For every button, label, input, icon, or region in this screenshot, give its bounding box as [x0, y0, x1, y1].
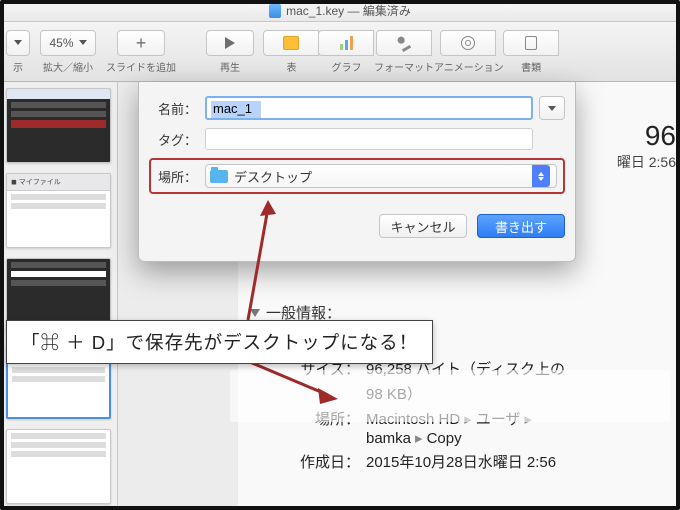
export-sheet: 名前： タグ： 場所： デスクトップ キャンセル 書き出す [138, 82, 576, 262]
chart-icon [340, 36, 353, 50]
slide-navigator[interactable]: ◼ マイファイル [0, 82, 118, 510]
zoom-label: 拡大／縮小 [43, 59, 93, 74]
expand-sheet-button[interactable] [539, 96, 565, 120]
document-panel-icon [525, 36, 537, 50]
location-value: デスクトップ [234, 167, 312, 186]
name-label: 名前： [149, 99, 205, 118]
export-button[interactable]: 書き出す [477, 214, 565, 238]
document-icon [269, 4, 281, 18]
table-button[interactable] [263, 30, 319, 56]
view-label: 示 [13, 59, 23, 74]
disclosure-triangle-icon [250, 309, 260, 317]
location-popup[interactable]: デスクトップ [205, 164, 557, 188]
chart-button[interactable] [318, 30, 374, 56]
slide-thumb[interactable] [6, 88, 111, 163]
plus-icon: + [136, 34, 147, 52]
document-label: 書類 [521, 59, 541, 74]
location-label: 場所： [157, 167, 205, 186]
chevron-down-icon [14, 40, 22, 45]
play-button[interactable] [206, 30, 254, 56]
toolbar: 示 45% 拡大／縮小 + スライドを追加 再生 表 グラフ フォーマット [0, 22, 680, 82]
zoom-dropdown[interactable]: 45% [40, 30, 96, 56]
animation-icon [461, 36, 475, 50]
location-emphasis [230, 370, 670, 422]
filename-input[interactable] [205, 96, 533, 120]
animation-button[interactable] [440, 30, 496, 56]
chart-label: グラフ [332, 59, 362, 74]
table-icon [283, 36, 299, 50]
folder-icon [210, 170, 228, 183]
annotation-callout: 「⌘ ＋ D」で保存先がデスクトップになる！ [6, 320, 433, 364]
window-titlebar: mac_1.key — 編集済み [0, 0, 680, 22]
tag-label: タグ： [149, 130, 205, 149]
brush-icon [397, 36, 411, 50]
table-label: 表 [287, 59, 297, 74]
document-button[interactable] [503, 30, 559, 56]
slide-thumb[interactable]: ◼ マイファイル [6, 173, 111, 248]
cancel-button[interactable]: キャンセル [379, 214, 467, 238]
animation-label: アニメーション [434, 59, 504, 74]
zoom-value: 45% [49, 36, 73, 50]
popup-arrows-icon [532, 165, 550, 187]
slide-thumb[interactable] [6, 429, 111, 504]
add-slide-label: スライドを追加 [106, 59, 176, 74]
chevron-down-icon [548, 106, 556, 111]
view-mode-button[interactable] [6, 30, 30, 56]
tag-input[interactable] [205, 128, 533, 150]
play-icon [225, 37, 235, 49]
add-slide-button[interactable]: + [117, 30, 165, 56]
created-key: 作成日： [250, 451, 360, 472]
format-button[interactable] [376, 30, 432, 56]
title-filename: mac_1.key [286, 4, 344, 18]
format-label: フォーマット [374, 59, 434, 74]
title-status: 編集済み [363, 2, 411, 19]
chevron-down-icon [79, 40, 87, 45]
created-value: 2015年10月28日水曜日 2:56 [360, 451, 676, 472]
play-label: 再生 [220, 59, 240, 74]
